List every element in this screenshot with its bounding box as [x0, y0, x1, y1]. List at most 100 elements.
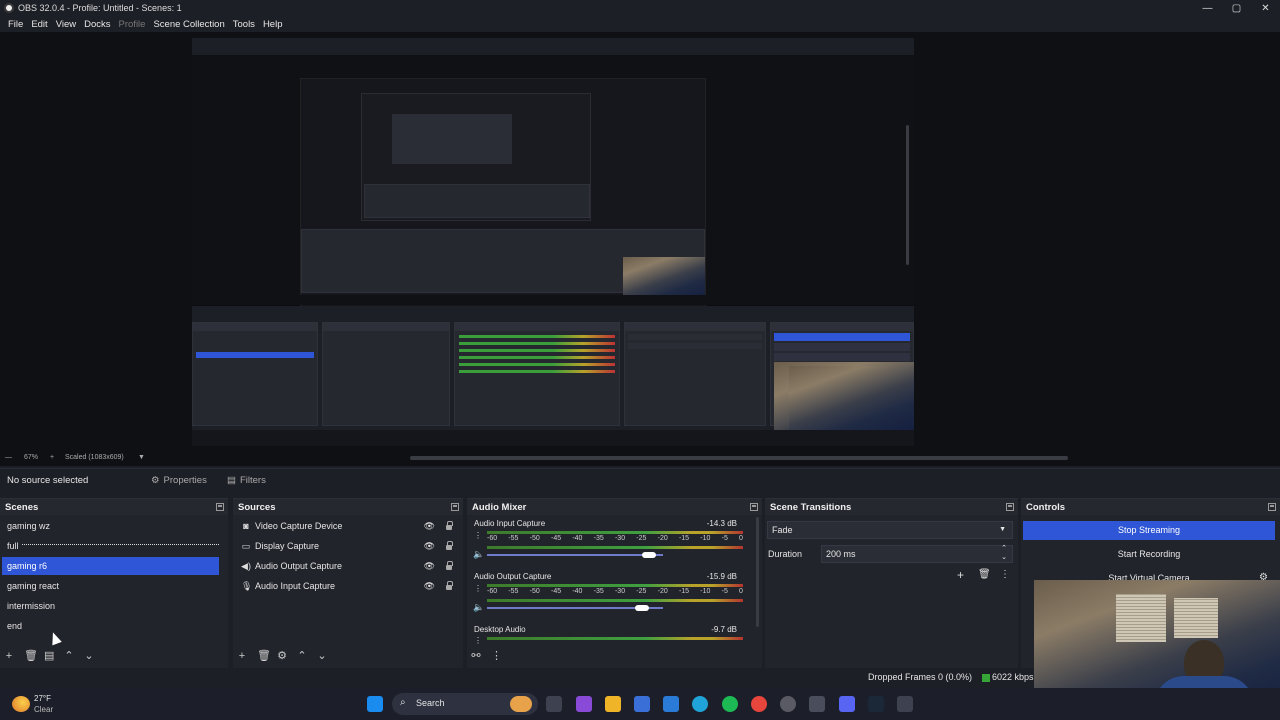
channel-menu-icon[interactable]: ⋮ [474, 531, 482, 540]
dock-popout-icon[interactable] [750, 503, 758, 511]
weather-icon[interactable] [12, 696, 30, 712]
menu-docks[interactable]: Docks [80, 19, 114, 30]
lock-icon[interactable] [446, 521, 453, 530]
visibility-eye-icon[interactable]: 👁 [424, 557, 435, 575]
chevron-down-icon: ▼ [999, 526, 1006, 533]
preview-scrollbar[interactable] [410, 456, 1068, 460]
menu-tools[interactable]: Tools [229, 19, 259, 30]
channel-menu-icon[interactable]: ⋮ [474, 584, 482, 593]
spotify-icon[interactable] [722, 696, 738, 712]
add-icon[interactable]: + [4, 650, 14, 662]
trash-icon[interactable]: 🗑 [24, 649, 38, 662]
scene-item-full[interactable]: full [2, 537, 219, 555]
minimize-button[interactable]: — [1193, 0, 1222, 16]
move-down-icon[interactable]: ⌄ [84, 649, 94, 662]
lock-icon[interactable] [446, 541, 453, 550]
more-options-icon[interactable]: ⋮ [1000, 569, 1010, 580]
menu-help[interactable]: Help [259, 19, 287, 30]
discord-icon[interactable] [839, 696, 855, 712]
lock-icon[interactable] [446, 561, 453, 570]
properties-button[interactable]: ⚙ Properties [151, 475, 207, 486]
mini-scenes [192, 322, 318, 426]
monitor-icon: ▭ [241, 541, 251, 551]
meter-tick-label: -55 [508, 535, 519, 542]
dock-popout-icon[interactable] [1268, 503, 1276, 511]
dock-popout-icon[interactable] [451, 503, 459, 511]
maximize-button[interactable]: ▢ [1222, 0, 1251, 16]
source-item[interactable]: 🎙 Audio Input Capture 👁 [241, 577, 457, 595]
settings-icon[interactable] [809, 696, 825, 712]
window-blinds [1116, 594, 1166, 642]
app2-icon[interactable] [897, 696, 913, 712]
app-icon[interactable] [663, 696, 679, 712]
dock-popout-icon[interactable] [216, 503, 224, 511]
windows-start-icon[interactable] [367, 696, 383, 712]
volume-icon[interactable]: 🔈 [473, 549, 484, 560]
scale-dropdown-icon[interactable]: ▼ [138, 454, 145, 461]
volume-fader-knob[interactable] [634, 605, 649, 611]
scene-item-gaming-r6[interactable]: gaming r6 [2, 557, 219, 575]
move-up-icon[interactable]: ⌃ [64, 649, 74, 662]
steam-icon[interactable] [868, 696, 884, 712]
stop-streaming-button[interactable]: Stop Streaming [1023, 521, 1275, 540]
trash-icon[interactable]: 🗑 [257, 649, 271, 662]
mixer-scrollbar[interactable] [756, 517, 759, 627]
task-view-icon[interactable] [546, 696, 562, 712]
menu-file[interactable]: File [4, 19, 27, 30]
zoom-out-icon[interactable]: — [5, 454, 12, 461]
source-item[interactable]: ▭ Display Capture 👁 [241, 537, 457, 555]
zoom-level: 67% [24, 454, 39, 461]
file-explorer-icon[interactable] [605, 696, 621, 712]
gear-icon: ⚙ [151, 475, 160, 486]
duration-field[interactable]: 200 ms ⌃ ⌄ [821, 545, 1013, 563]
add-icon[interactable]: + [237, 650, 247, 662]
visibility-eye-icon[interactable]: 👁 [424, 517, 435, 535]
taskbar-search[interactable]: ⌕ Search [392, 693, 538, 715]
copilot-icon[interactable] [576, 696, 592, 712]
volume-icon[interactable]: 🔈 [473, 602, 484, 613]
volume-fader-knob[interactable] [641, 552, 656, 558]
scene-item-gaming-react[interactable]: gaming react [2, 577, 219, 595]
filter-icon[interactable]: ▤ [44, 649, 54, 662]
duration-label: Duration [768, 549, 803, 559]
trash-icon[interactable]: 🗑 [978, 569, 991, 580]
menu-edit[interactable]: Edit [27, 19, 51, 30]
move-down-icon[interactable]: ⌄ [317, 649, 327, 662]
start-recording-button[interactable]: Start Recording [1023, 545, 1275, 564]
nested-taskbar [192, 430, 914, 446]
link-icon[interactable]: ⚯ [471, 649, 481, 662]
meter-tick-label: -35 [593, 535, 604, 542]
channel-menu-icon[interactable]: ⋮ [474, 636, 482, 645]
source-item[interactable]: ◙ Video Capture Device 👁 [241, 517, 457, 535]
menu-view[interactable]: View [52, 19, 80, 30]
edge-icon[interactable] [692, 696, 708, 712]
scene-item-gaming-wz[interactable]: gaming wz [2, 517, 219, 535]
gear-icon[interactable]: ⚙ [277, 649, 287, 662]
visibility-eye-icon[interactable]: 👁 [424, 577, 435, 595]
filters-button[interactable]: ▤ Filters [227, 475, 266, 486]
scenes-dock-header: Scenes [0, 499, 228, 515]
menu-profile[interactable]: Profile [115, 19, 150, 30]
transition-select[interactable]: Fade ▼ [767, 521, 1013, 539]
close-button[interactable]: ✕ [1251, 0, 1280, 16]
chrome-icon[interactable] [751, 696, 767, 712]
preview-canvas[interactable] [192, 38, 914, 446]
move-up-icon[interactable]: ⌃ [297, 649, 307, 662]
store-icon[interactable] [634, 696, 650, 712]
add-icon[interactable]: + [957, 568, 964, 582]
more-options-icon[interactable]: ⋮ [491, 649, 502, 662]
scene-item-end[interactable]: end [2, 617, 219, 635]
menu-scene-collection[interactable]: Scene Collection [149, 19, 228, 30]
lock-icon[interactable] [446, 581, 453, 590]
volume-fader[interactable] [487, 554, 663, 556]
obs-taskbar-icon[interactable] [780, 696, 796, 712]
scene-item-intermission[interactable]: intermission [2, 597, 219, 615]
stepper-icon[interactable]: ⌃ ⌄ [1001, 544, 1007, 562]
zoom-in-icon[interactable]: + [50, 454, 54, 461]
source-item[interactable]: ◀) Audio Output Capture 👁 [241, 557, 457, 575]
meter-tick-label: -5 [721, 588, 728, 595]
visibility-eye-icon[interactable]: 👁 [424, 537, 435, 555]
dock-popout-icon[interactable] [1006, 503, 1014, 511]
taskbar: 27°F Clear [0, 688, 1280, 720]
meter-tick-label: -60 [487, 588, 498, 595]
